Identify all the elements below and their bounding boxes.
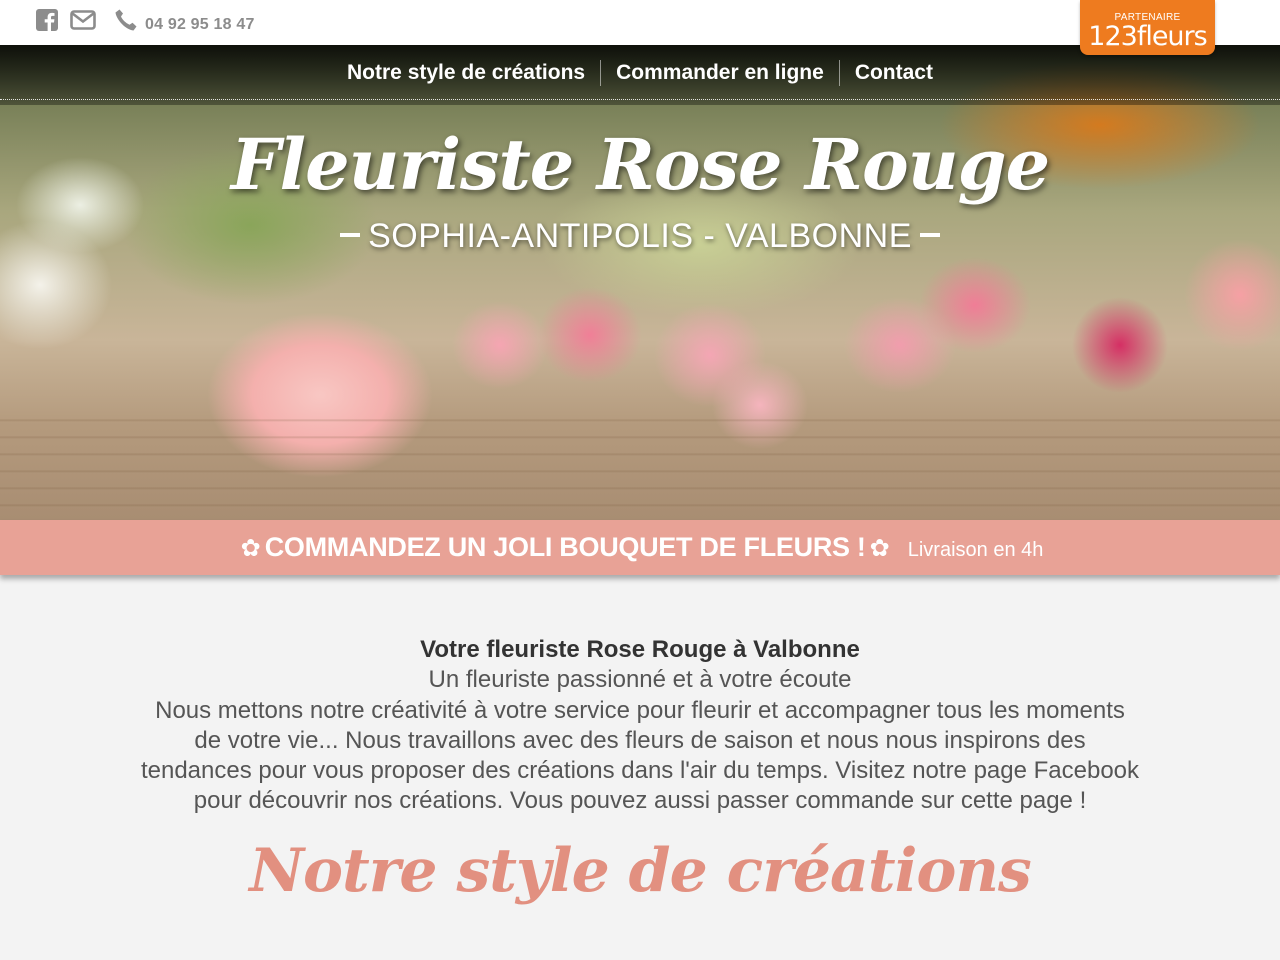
intro-subtitle: Un fleuriste passionné et à votre écoute (428, 666, 852, 693)
partner-logo: 123fleurs (1088, 21, 1207, 52)
intro-title: Votre fleuriste Rose Rouge à Valbonne (420, 636, 860, 663)
top-bar: 04 92 95 18 47 PARTENAIRE 123fleurs (0, 0, 1280, 55)
phone-icon[interactable] (114, 8, 138, 32)
promo-inner: ✿ COMMANDEZ UN JOLI BOUQUET DE FLEURS ! … (237, 532, 1044, 563)
nav-item-order-online[interactable]: Commander en ligne (600, 60, 839, 86)
flower-icon: ✿ (869, 535, 890, 562)
hero-wood-texture (0, 405, 1280, 521)
mail-icon[interactable] (70, 9, 96, 31)
nav-item-contact[interactable]: Contact (838, 60, 948, 86)
promo-delivery-text: Livraison en 4h (907, 539, 1044, 561)
site-subtitle-text: SOPHIA-ANTIPOLIS - VALBONNE (368, 217, 912, 255)
phone-number[interactable]: 04 92 95 18 47 (145, 16, 255, 34)
site-title: Fleuriste Rose Rouge (230, 123, 1050, 206)
subtitle-dash-left (340, 233, 361, 238)
facebook-icon[interactable] (36, 9, 58, 31)
section-heading-creations: Notre style de créations (249, 836, 1032, 906)
promo-main-text: COMMANDEZ UN JOLI BOUQUET DE FLEURS ! (264, 532, 866, 562)
partner-badge[interactable]: PARTENAIRE 123fleurs (1080, 0, 1215, 55)
nav-item-creations[interactable]: Notre style de créations (332, 60, 600, 86)
intro-text: Nous mettons notre créativité à votre se… (140, 697, 1140, 814)
promo-banner[interactable]: ✿ COMMANDEZ UN JOLI BOUQUET DE FLEURS ! … (0, 520, 1280, 575)
site-subtitle: SOPHIA-ANTIPOLIS - VALBONNE (0, 217, 1280, 256)
flower-icon: ✿ (240, 535, 261, 562)
intro-section: Votre fleuriste Rose Rouge à Valbonne Un… (0, 598, 1280, 960)
subtitle-dash-right (919, 233, 940, 238)
hero-banner: Notre style de créations Commander en li… (0, 45, 1280, 521)
